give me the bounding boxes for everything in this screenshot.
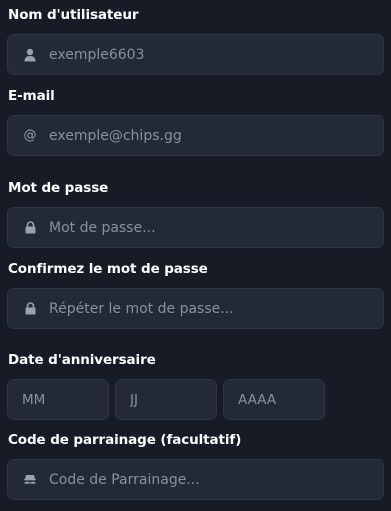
password-input[interactable] — [49, 215, 349, 240]
birth-day-field[interactable] — [115, 379, 217, 420]
birth-day-input[interactable] — [116, 387, 210, 412]
confirm-password-field[interactable] — [7, 288, 384, 329]
confirm-password-label: Confirmez le mot de passe — [8, 261, 208, 277]
username-input[interactable] — [49, 42, 349, 67]
at-icon: @ — [23, 127, 37, 143]
lock-icon — [23, 302, 37, 316]
email-field[interactable]: @ — [7, 115, 384, 156]
username-field[interactable] — [7, 34, 384, 75]
confirm-password-input[interactable] — [49, 296, 349, 321]
referral-field[interactable] — [7, 459, 384, 500]
referral-input[interactable] — [49, 467, 349, 492]
birth-year-input[interactable] — [224, 387, 318, 412]
birthday-label: Date d'anniversaire — [8, 352, 156, 368]
email-label: E-mail — [8, 88, 55, 104]
password-field[interactable] — [7, 207, 384, 248]
lock-icon — [23, 221, 37, 235]
birth-month-input[interactable] — [8, 387, 102, 412]
password-label: Mot de passe — [8, 180, 109, 196]
email-input[interactable] — [49, 123, 349, 148]
birth-month-field[interactable] — [7, 379, 109, 420]
username-label: Nom d'utilisateur — [8, 7, 139, 23]
user-icon — [23, 48, 37, 62]
mustache-disguise-icon — [23, 473, 37, 487]
birth-year-field[interactable] — [223, 379, 325, 420]
referral-label: Code de parrainage (facultatif) — [8, 432, 242, 448]
